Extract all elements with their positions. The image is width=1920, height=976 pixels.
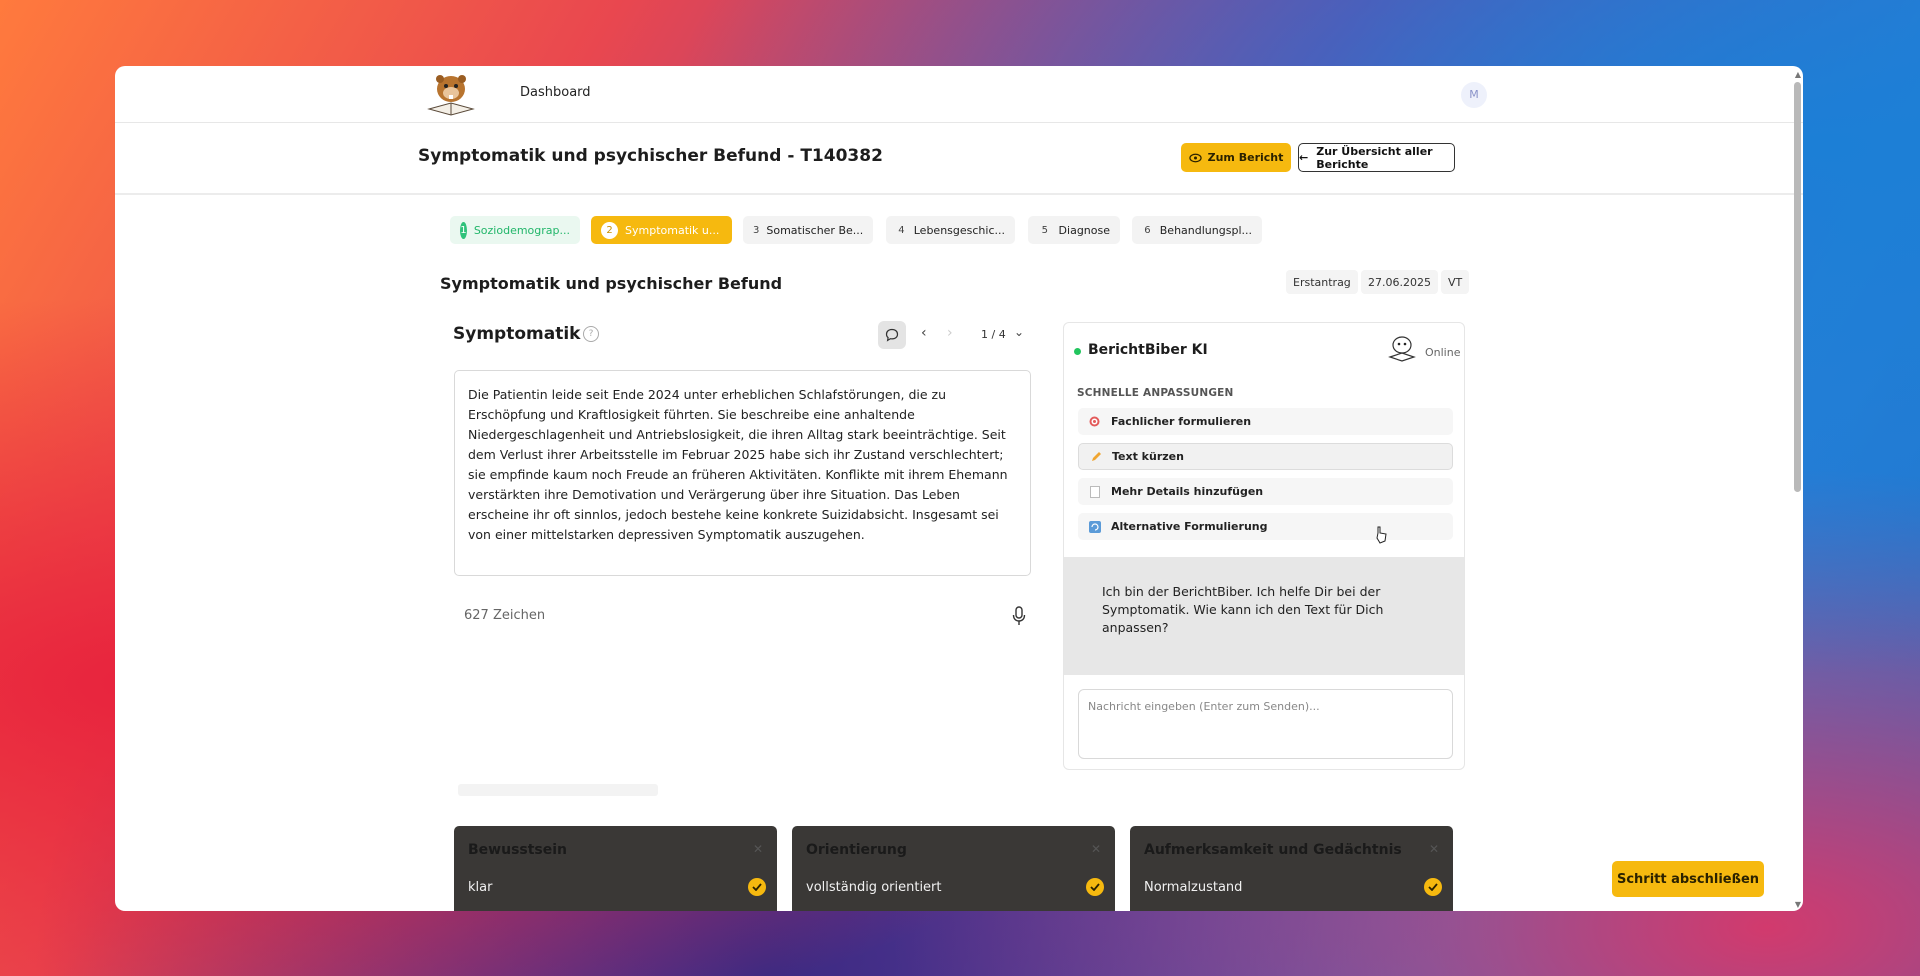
close-icon[interactable]: ✕ xyxy=(1429,842,1439,856)
check-icon xyxy=(1424,878,1442,896)
mouse-cursor-icon xyxy=(1376,526,1387,544)
finding-card-bewusstsein[interactable]: Bewusstsein ✕ klar xyxy=(454,826,777,911)
quick-action-shorten[interactable]: Text kürzen xyxy=(1078,443,1453,470)
quick-action-rephrase[interactable]: Alternative Formulierung xyxy=(1078,513,1453,540)
step-label: Somatischer Be... xyxy=(766,223,864,237)
step-number: 4 xyxy=(898,224,905,236)
finding-card-orientierung[interactable]: Orientierung ✕ vollständig orientiert xyxy=(792,826,1115,911)
meta-date: 27.06.2025 xyxy=(1361,270,1438,294)
step-label: Symptomatik u... xyxy=(625,223,720,237)
editor-heading: Symptomatik xyxy=(453,324,581,344)
arrow-left-icon: ← xyxy=(1299,151,1309,164)
step-number: 6 xyxy=(1144,224,1151,236)
chevron-down-icon[interactable]: ⌄ xyxy=(1014,325,1024,339)
quick-action-add-details[interactable]: Mehr Details hinzufügen xyxy=(1078,478,1453,505)
quick-action-label: Fachlicher formulieren xyxy=(1111,415,1252,428)
page-title: Symptomatik und psychischer Befund - T14… xyxy=(418,146,883,166)
app-window: Dashboard M Symptomatik und psychischer … xyxy=(115,66,1803,911)
nav-dashboard-link[interactable]: Dashboard xyxy=(520,85,591,100)
close-icon[interactable]: ✕ xyxy=(753,842,763,856)
chevron-right-icon[interactable]: › xyxy=(947,325,953,341)
step-2-symptomatik[interactable]: 2 Symptomatik u... xyxy=(591,216,732,244)
quick-action-label: Alternative Formulierung xyxy=(1111,520,1268,533)
meta-application-type: Erstantrag xyxy=(1286,270,1358,294)
finish-step-button[interactable]: Schritt abschließen xyxy=(1612,861,1764,897)
symptom-text-editor[interactable]: Die Patientin leide seit Ende 2024 unter… xyxy=(454,370,1031,576)
ai-message-bubble: Ich bin der BerichtBiber. Ich helfe Dir … xyxy=(1064,557,1464,675)
scroll-up-arrow[interactable]: ▲ xyxy=(1795,70,1801,79)
step-number: 3 xyxy=(753,224,760,236)
card-title: Bewusstsein xyxy=(468,842,568,858)
eye-icon xyxy=(1188,153,1202,162)
scroll-down-arrow[interactable]: ▼ xyxy=(1795,900,1801,909)
section-title: Symptomatik und psychischer Befund xyxy=(440,274,783,293)
chat-message-input[interactable]: Nachricht eingeben (Enter zum Senden)... xyxy=(1078,689,1453,759)
findings-subtitle-placeholder xyxy=(458,784,658,796)
chevron-left-icon[interactable]: ‹ xyxy=(921,325,927,341)
view-report-button[interactable]: Zum Bericht xyxy=(1181,143,1291,172)
check-icon xyxy=(1086,878,1104,896)
target-icon xyxy=(1088,415,1101,428)
avatar[interactable]: M xyxy=(1461,82,1487,108)
step-label: Lebensgeschic... xyxy=(913,223,1005,237)
card-title: Aufmerksamkeit und Gedächtnis xyxy=(1144,842,1402,858)
all-reports-button[interactable]: ← Zur Übersicht aller Berichte xyxy=(1298,143,1455,172)
beaver-logo[interactable] xyxy=(423,69,479,119)
step-label: Soziodemograp... xyxy=(473,223,570,237)
microphone-icon[interactable] xyxy=(1012,606,1026,626)
quick-action-label: Mehr Details hinzufügen xyxy=(1111,485,1264,498)
check-icon xyxy=(748,878,766,896)
character-count: 627 Zeichen xyxy=(464,608,546,623)
card-value: klar xyxy=(468,880,493,895)
card-value: vollständig orientiert xyxy=(806,880,942,895)
step-1-soziodemographie[interactable]: 1 Soziodemograp... xyxy=(450,216,580,244)
quick-actions-label: SCHNELLE ANPASSUNGEN xyxy=(1077,387,1234,399)
step-4-lebensgeschichte[interactable]: 4 Lebensgeschic... xyxy=(886,216,1015,244)
card-title: Orientierung xyxy=(806,842,907,858)
refresh-icon xyxy=(1088,520,1101,533)
step-label: Diagnose xyxy=(1058,223,1110,237)
step-3-somatischer-befund[interactable]: 3 Somatischer Be... xyxy=(743,216,873,244)
pagination-indicator: 1 / 4 xyxy=(981,328,1006,341)
step-number: 2 xyxy=(601,221,618,239)
comment-button[interactable] xyxy=(878,321,906,349)
online-status-dot xyxy=(1074,348,1081,355)
step-label: Behandlungspl... xyxy=(1159,223,1252,237)
meta-therapy-kind: VT xyxy=(1441,270,1470,294)
step-5-diagnose[interactable]: 5 Diagnose xyxy=(1028,216,1120,244)
scrollbar-thumb[interactable] xyxy=(1794,82,1801,492)
ai-message-text: Ich bin der BerichtBiber. Ich helfe Dir … xyxy=(1102,584,1384,635)
step-number: 5 xyxy=(1041,224,1048,236)
beaver-mascot-icon xyxy=(1388,336,1416,362)
top-navbar: Dashboard M xyxy=(115,66,1803,123)
ai-title: BerichtBiber KI xyxy=(1088,342,1208,358)
step-number: 1 xyxy=(460,221,467,239)
view-report-label: Zum Bericht xyxy=(1207,151,1284,164)
step-6-behandlungsplan[interactable]: 6 Behandlungspl... xyxy=(1132,216,1262,244)
finding-card-aufmerksamkeit[interactable]: Aufmerksamkeit und Gedächtnis ✕ Normalzu… xyxy=(1130,826,1453,911)
pencil-icon xyxy=(1089,450,1102,463)
page-header: Symptomatik und psychischer Befund - T14… xyxy=(115,123,1803,195)
quick-action-professional[interactable]: Fachlicher formulieren xyxy=(1078,408,1453,435)
quick-action-label: Text kürzen xyxy=(1112,450,1184,463)
all-reports-label: Zur Übersicht aller Berichte xyxy=(1316,144,1433,171)
card-value: Normalzustand xyxy=(1144,880,1243,895)
ai-assistant-panel: BerichtBiber KI Online SCHNELLE ANPASSUN… xyxy=(1063,322,1465,770)
ai-status-label: Online xyxy=(1425,346,1461,359)
help-icon[interactable]: ? xyxy=(583,326,599,342)
close-icon[interactable]: ✕ xyxy=(1091,842,1101,856)
chat-bubble-icon xyxy=(885,328,899,342)
document-icon xyxy=(1088,485,1101,498)
